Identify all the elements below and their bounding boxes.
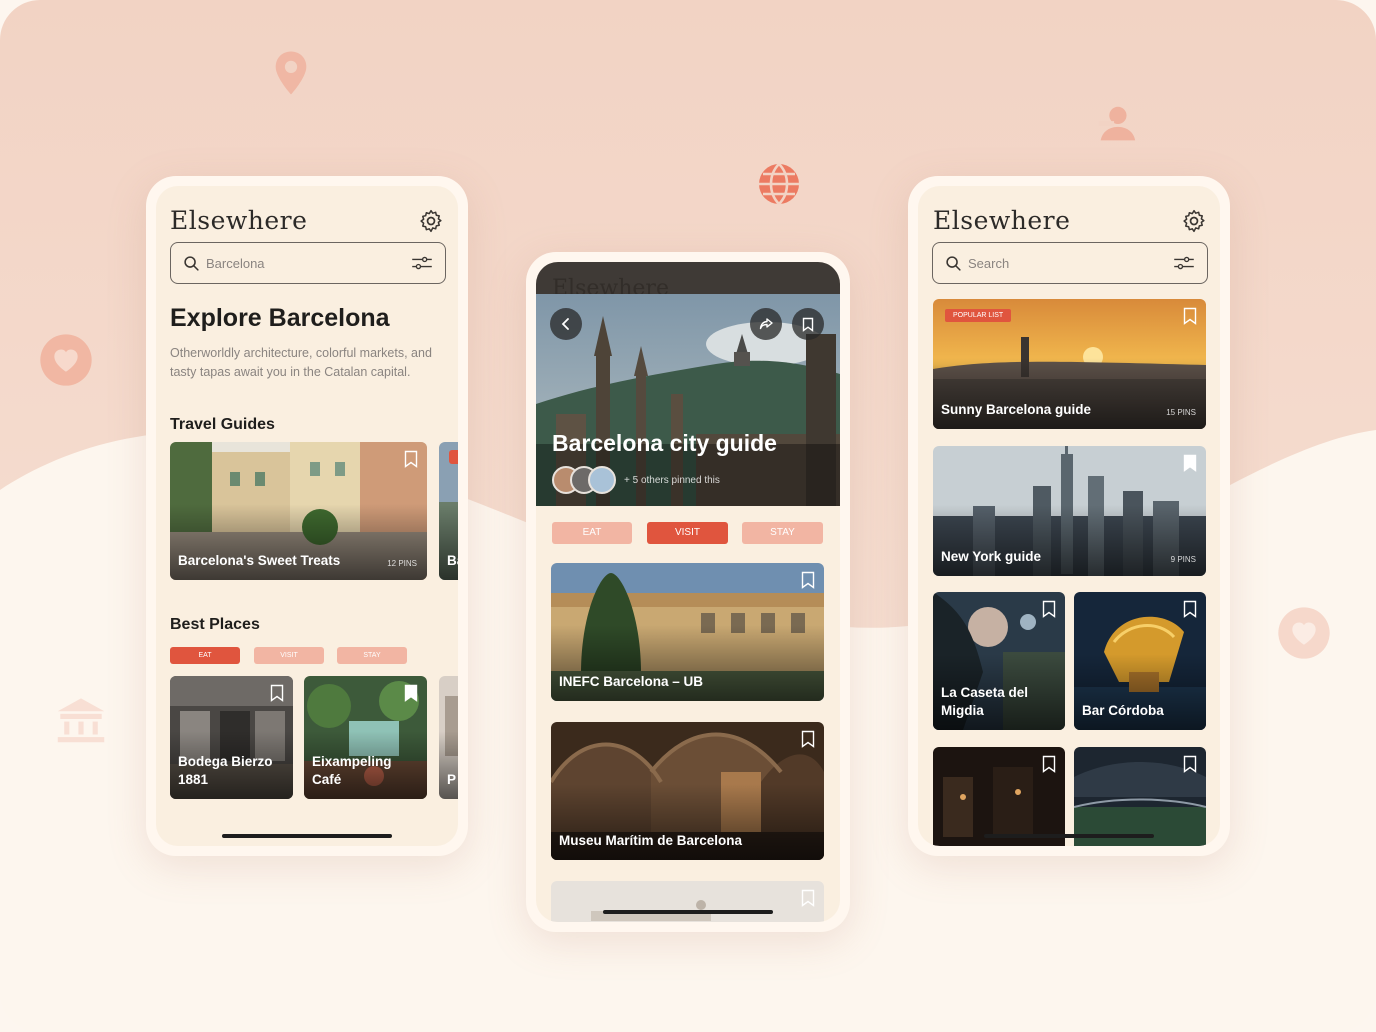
- share-button[interactable]: [750, 308, 782, 340]
- bookmark-filled-icon[interactable]: [404, 684, 418, 702]
- tab-visit[interactable]: VISIT: [647, 522, 728, 544]
- guide-card[interactable]: Ba: [439, 442, 458, 580]
- guide-pins: 15 PINS: [1166, 408, 1196, 417]
- guide-pins: 12 PINS: [387, 559, 417, 568]
- home-indicator: [984, 834, 1154, 838]
- place-card[interactable]: P: [439, 676, 458, 799]
- user-add-icon: [1098, 106, 1136, 141]
- bookmark-icon[interactable]: [801, 571, 815, 589]
- search-input[interactable]: Barcelona: [206, 256, 411, 271]
- tab-stay[interactable]: STAY: [337, 647, 407, 664]
- section-title-travel-guides: Travel Guides: [170, 416, 275, 433]
- heart-badge-icon-right: [1278, 607, 1330, 659]
- bookmark-icon[interactable]: [1183, 307, 1197, 325]
- brand-logo: Elsewhere: [933, 206, 1071, 235]
- bookmark-icon[interactable]: [1042, 755, 1056, 773]
- home-indicator: [222, 834, 392, 838]
- search-icon: [946, 255, 961, 271]
- home-indicator: [603, 910, 773, 914]
- popular-badge: POPULAR LIST: [945, 309, 1012, 322]
- bookmark-filled-icon[interactable]: [1183, 454, 1197, 472]
- bookmark-icon[interactable]: [270, 684, 284, 702]
- bookmark-icon[interactable]: [1183, 755, 1197, 773]
- left-screen: Elsewhere Barcelona Explore Barcelona Ot…: [156, 186, 458, 846]
- chevron-left-icon: [561, 318, 569, 330]
- tab-visit[interactable]: VISIT: [254, 647, 324, 664]
- search-bar[interactable]: Search: [932, 242, 1208, 284]
- place-card[interactable]: Museu Marítim de Barcelona: [551, 722, 824, 860]
- place-card[interactable]: [933, 747, 1065, 846]
- brand-logo: Elsewhere: [170, 206, 308, 235]
- bookmark-button[interactable]: [792, 308, 824, 340]
- back-button[interactable]: [550, 308, 582, 340]
- guide-title: New York guide: [941, 549, 1042, 564]
- location-pin-icon: [275, 51, 307, 95]
- gear-icon[interactable]: [1181, 208, 1207, 234]
- heart-badge-icon: [40, 334, 92, 386]
- right-phone: Elsewhere Search POPULAR LIST Sunny Barc…: [908, 176, 1230, 856]
- place-title: La Caseta del Migdia: [941, 685, 1029, 718]
- place-title: Museu Marítim de Barcelona: [559, 833, 743, 848]
- place-title: INEFC Barcelona – UB: [559, 674, 704, 689]
- search-bar[interactable]: Barcelona: [170, 242, 446, 284]
- center-screen: Elsewhere Barcelona city guide + 5 other…: [536, 262, 840, 922]
- guide-pins: 9 PINS: [1170, 555, 1196, 564]
- filter-icon[interactable]: [1173, 255, 1195, 271]
- search-input[interactable]: Search: [968, 256, 1173, 271]
- right-screen: Elsewhere Search POPULAR LIST Sunny Barc…: [918, 186, 1220, 846]
- pinned-count: + 5 others pinned this: [624, 475, 720, 486]
- filter-icon[interactable]: [411, 255, 433, 271]
- guide-card[interactable]: POPULAR LIST Sunny Barcelona guide 15 PI…: [933, 299, 1206, 429]
- bookmark-icon[interactable]: [404, 450, 418, 468]
- place-title: Bodega Bierzo 1881: [178, 754, 273, 787]
- guide-card[interactable]: Barcelona's Sweet Treats 12 PINS: [170, 442, 427, 580]
- place-title: P: [447, 772, 457, 787]
- bookmark-icon: [802, 317, 814, 332]
- guide-title: Sunny Barcelona guide: [941, 402, 1092, 417]
- intro-text: Otherworldly architecture, colorful mark…: [170, 346, 432, 379]
- bookmark-icon[interactable]: [1183, 600, 1197, 618]
- place-card[interactable]: [551, 881, 824, 922]
- place-card[interactable]: [1074, 747, 1206, 846]
- guide-title: Barcelona's Sweet Treats: [178, 553, 341, 568]
- bookmark-icon[interactable]: [801, 730, 815, 748]
- page-title: Explore Barcelona: [170, 304, 390, 332]
- place-card[interactable]: Bodega Bierzo 1881: [170, 676, 293, 799]
- avatar[interactable]: [588, 466, 616, 494]
- center-phone: Elsewhere Barcelona city guide + 5 other…: [526, 252, 850, 932]
- place-card[interactable]: Eixampeling Café: [304, 676, 427, 799]
- guide-card[interactable]: New York guide 9 PINS: [933, 446, 1206, 576]
- bookmark-icon[interactable]: [801, 889, 815, 907]
- guide-title: Ba: [447, 553, 458, 568]
- tab-eat[interactable]: EAT: [552, 522, 632, 544]
- left-phone: Elsewhere Barcelona Explore Barcelona Ot…: [146, 176, 468, 856]
- tab-stay[interactable]: STAY: [742, 522, 823, 544]
- place-card[interactable]: Bar Córdoba: [1074, 592, 1206, 730]
- place-card[interactable]: La Caseta del Migdia: [933, 592, 1065, 730]
- place-card[interactable]: INEFC Barcelona – UB: [551, 563, 824, 701]
- museum-icon: [57, 698, 105, 743]
- header-strip: Elsewhere: [536, 262, 840, 301]
- place-title: Eixampeling Café: [312, 754, 392, 787]
- search-icon: [184, 255, 199, 271]
- bookmark-icon[interactable]: [1042, 600, 1056, 618]
- share-icon: [759, 318, 773, 330]
- guide-title: Barcelona city guide: [552, 430, 777, 456]
- globe-icon: [759, 163, 799, 205]
- place-photo: [551, 881, 824, 922]
- section-title-best-places: Best Places: [170, 616, 260, 633]
- gear-icon[interactable]: [418, 208, 444, 234]
- showcase-canvas: Elsewhere Barcelona Explore Barcelona Ot…: [0, 0, 1376, 1032]
- place-title: Bar Córdoba: [1082, 703, 1164, 718]
- hero-image: Barcelona city guide + 5 others pinned t…: [536, 294, 840, 506]
- tab-eat[interactable]: EAT: [170, 647, 240, 664]
